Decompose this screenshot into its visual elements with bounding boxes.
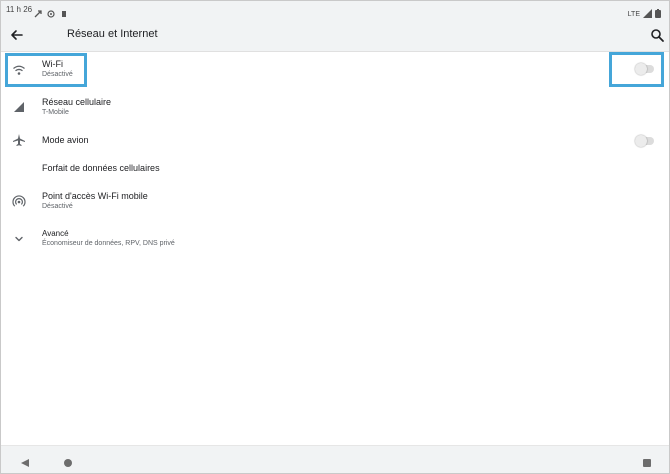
page-title: Réseau et Internet xyxy=(67,28,158,40)
cellular-carrier: T-Mobile xyxy=(42,109,69,116)
advanced-title: Avancé xyxy=(42,229,69,238)
advanced-item[interactable]: Avancé Économiseur de données, RPV, DNS … xyxy=(1,223,669,255)
data-plan-title: Forfait de données cellulaires xyxy=(42,163,160,173)
cellular-title: Réseau cellulaire xyxy=(42,97,112,107)
arrow-back-icon[interactable] xyxy=(9,27,25,43)
airplane-icon xyxy=(12,133,26,147)
airplane-toggle-knob xyxy=(635,135,647,147)
nav-back-icon[interactable] xyxy=(20,455,30,473)
status-time: 11 h 26 xyxy=(6,5,33,14)
screen: 11 h 26 LTE Réseau et Internet Wi-Fi Dés… xyxy=(0,0,670,474)
search-icon[interactable] xyxy=(649,27,665,43)
wifi-item[interactable]: Wi-Fi Désactivé xyxy=(1,52,669,88)
status-bar: 11 h 26 LTE xyxy=(1,1,669,19)
data-plan-item[interactable]: Forfait de données cellulaires xyxy=(1,156,669,182)
sync-icon xyxy=(47,5,55,18)
system-nav-bar xyxy=(1,445,669,473)
nav-home-icon[interactable] xyxy=(63,455,73,473)
chevron-down-icon xyxy=(12,232,26,246)
airplane-title: Mode avion xyxy=(42,135,89,145)
airplane-toggle[interactable] xyxy=(635,135,654,147)
nav-recents-icon[interactable] xyxy=(642,455,652,473)
airplane-item[interactable]: Mode avion xyxy=(1,127,669,155)
network-type: LTE xyxy=(627,10,640,18)
app-toolbar: Réseau et Internet xyxy=(1,19,669,52)
wifi-toggle-highlight-box xyxy=(609,52,664,87)
cell-signal-icon xyxy=(12,100,26,114)
link-icon xyxy=(34,5,42,18)
hotspot-title: Point d'accès Wi-Fi mobile xyxy=(42,191,148,201)
cellular-item[interactable]: Réseau cellulaire T-Mobile xyxy=(1,90,669,124)
advanced-summary: Économiseur de données, RPV, DNS privé xyxy=(42,240,175,247)
hotspot-icon xyxy=(12,195,26,209)
hotspot-status: Désactivé xyxy=(42,203,73,210)
wifi-highlight-box xyxy=(5,53,87,87)
sd-card-icon xyxy=(60,5,68,17)
hotspot-item[interactable]: Point d'accès Wi-Fi mobile Désactivé xyxy=(1,184,669,218)
